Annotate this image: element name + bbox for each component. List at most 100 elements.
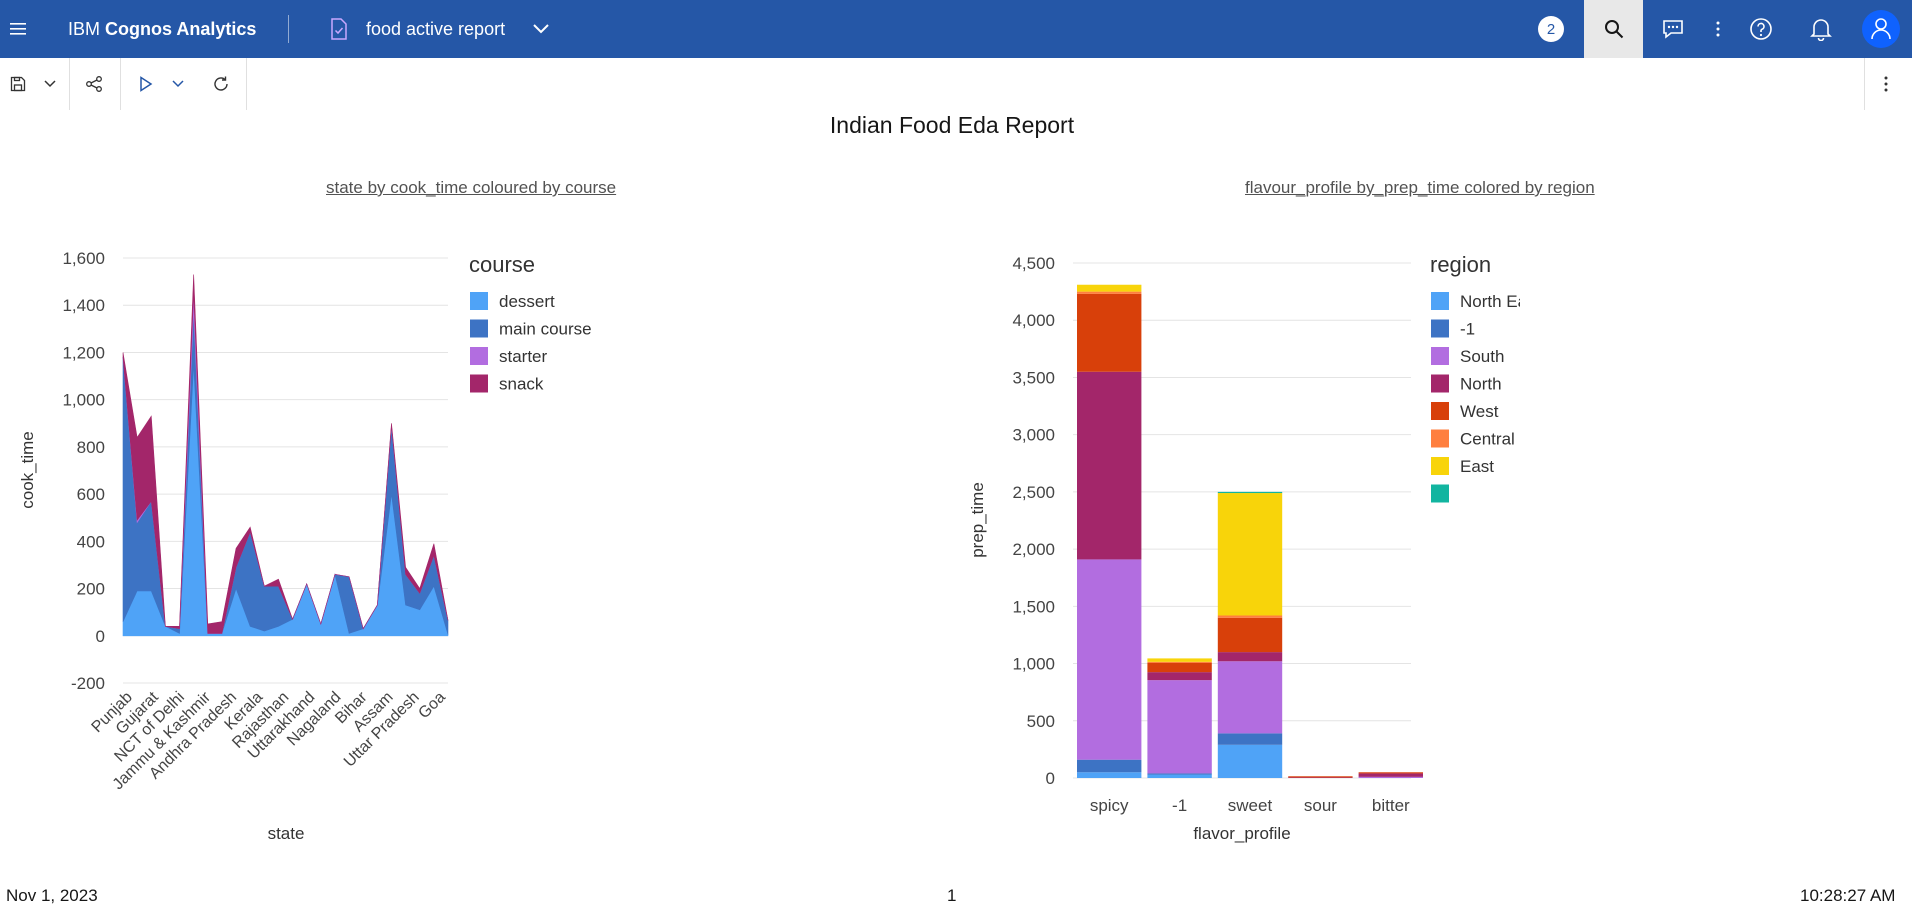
- bar-segment: [1217, 615, 1283, 618]
- legend-label: West: [1460, 402, 1499, 421]
- y-tick-label: 500: [1027, 712, 1055, 731]
- x-tick-label: bitter: [1372, 796, 1410, 815]
- y-tick-label: 400: [77, 532, 105, 551]
- toolbar-divider: [69, 58, 70, 110]
- y-tick-label: 4,000: [1012, 311, 1055, 330]
- bar-segment: [1077, 291, 1142, 294]
- y-tick-label: 1,200: [62, 343, 105, 362]
- legend-swatch: [1431, 484, 1449, 503]
- bar-segment: [1358, 772, 1423, 774]
- footer-time: 10:28:27 AM: [1800, 886, 1896, 905]
- toolbar-overflow-icon[interactable]: [1874, 58, 1898, 110]
- y-tick-label: 1,500: [1012, 597, 1055, 616]
- bar-segment: [1217, 617, 1283, 653]
- legend-swatch: [1431, 429, 1449, 448]
- bar-segment: [1217, 661, 1283, 734]
- run-menu-chevron-icon[interactable]: [168, 58, 188, 110]
- x-tick-label: sweet: [1228, 796, 1273, 815]
- bar-segment: [1358, 773, 1423, 777]
- bar-segment: [1077, 559, 1142, 760]
- legend-title: region: [1430, 252, 1491, 277]
- x-tick-label: Goa: [415, 689, 448, 722]
- product-brand[interactable]: IBM Cognos Analytics: [68, 0, 256, 58]
- y-tick-label: 1,000: [62, 391, 105, 410]
- share-icon[interactable]: [82, 58, 106, 110]
- bell-icon[interactable]: [1808, 0, 1834, 58]
- toolbar-divider: [120, 58, 121, 110]
- bar-segment: [1288, 776, 1353, 778]
- legend-swatch: [1431, 457, 1449, 475]
- chat-icon[interactable]: [1658, 0, 1688, 58]
- legend-label: dessert: [499, 292, 555, 311]
- legend-label: Central: [1460, 430, 1515, 449]
- area-chart-state-cook-time: -20002004006008001,0001,2001,4001,600Pun…: [18, 249, 592, 843]
- legend-swatch: [470, 347, 488, 365]
- bar-segment: [1217, 491, 1283, 494]
- bar-segment: [1077, 759, 1142, 773]
- notification-count-badge[interactable]: 2: [1538, 16, 1564, 42]
- x-tick-label: sour: [1304, 796, 1337, 815]
- bar-segment: [1077, 284, 1142, 292]
- footer-date: Nov 1, 2023: [6, 886, 98, 905]
- user-avatar-button[interactable]: [1862, 10, 1900, 48]
- legend-label: main course: [499, 320, 592, 339]
- legend-label: starter: [499, 347, 548, 366]
- x-axis-title: flavor_profile: [1193, 824, 1290, 843]
- overflow-icon[interactable]: [1708, 0, 1728, 58]
- chart2-title[interactable]: flavour_profile by_prep_time colored by …: [1245, 178, 1595, 198]
- report-title[interactable]: food active report: [366, 0, 505, 58]
- chart1-title[interactable]: state by cook_time coloured by course: [326, 178, 616, 198]
- y-tick-label: 2,500: [1012, 483, 1055, 502]
- y-tick-label: 600: [77, 485, 105, 504]
- help-icon[interactable]: [1748, 0, 1774, 58]
- legend-label: -1: [1460, 320, 1475, 339]
- save-menu-chevron-icon[interactable]: [40, 58, 60, 110]
- bar-chart-flavor-prep-time: 0 500 1,000 1,500 2,000 2,500 3,000 3,500 4,000 4…: [968, 252, 1520, 843]
- bar-segment: [1217, 493, 1283, 616]
- search-button[interactable]: [1584, 0, 1643, 58]
- y-tick-label: 0: [1046, 769, 1055, 788]
- bar-segment: [1288, 777, 1353, 778]
- bar-segment: [1147, 658, 1212, 662]
- bar-segment: [1217, 744, 1283, 778]
- y-tick-label: 4,500: [1012, 254, 1055, 273]
- bar-segment: [1358, 776, 1423, 778]
- bar-segment: [1147, 661, 1212, 663]
- legend-swatch: [470, 319, 488, 338]
- bar-segment: [1077, 772, 1142, 778]
- run-icon[interactable]: [134, 58, 158, 110]
- legend-label: North: [1460, 375, 1502, 394]
- legend-swatch: [1431, 292, 1449, 310]
- y-tick-label: 800: [77, 438, 105, 457]
- x-tick-label: spicy: [1090, 796, 1129, 815]
- search-icon: [1604, 20, 1623, 39]
- bar-segment: [1077, 371, 1142, 560]
- y-axis-title: prep_time: [968, 482, 987, 558]
- bar-segment: [1217, 733, 1283, 745]
- chevron-down-icon[interactable]: [528, 0, 554, 58]
- y-tick-label: 1,000: [1012, 655, 1055, 674]
- menu-icon[interactable]: [0, 0, 36, 58]
- legend-swatch: [1431, 347, 1449, 365]
- x-axis-title: state: [268, 824, 305, 843]
- header-divider: [288, 15, 289, 43]
- legend-label: South: [1460, 347, 1504, 366]
- bar-segment: [1147, 662, 1212, 673]
- page-title: Indian Food Eda Report: [829, 112, 1075, 138]
- report-icon: [324, 0, 354, 58]
- bar-segment: [1147, 672, 1212, 681]
- legend-swatch: [470, 292, 488, 310]
- legend-swatch: [1431, 319, 1449, 338]
- refresh-icon[interactable]: [209, 58, 233, 110]
- legend-title: course: [469, 252, 535, 277]
- y-tick-label: 3,000: [1012, 426, 1055, 445]
- x-tick-label: -1: [1172, 796, 1187, 815]
- legend-label: North East: [1460, 292, 1520, 311]
- header-bar: IBM Cognos Analytics food active report 2: [0, 0, 1912, 58]
- footer-page-number: 1: [947, 886, 957, 905]
- y-tick-label: 0: [96, 627, 105, 646]
- y-tick-label: -200: [71, 674, 105, 693]
- y-tick-label: 1,400: [62, 296, 105, 315]
- bar-segment: [1077, 293, 1142, 372]
- save-icon[interactable]: [6, 58, 30, 110]
